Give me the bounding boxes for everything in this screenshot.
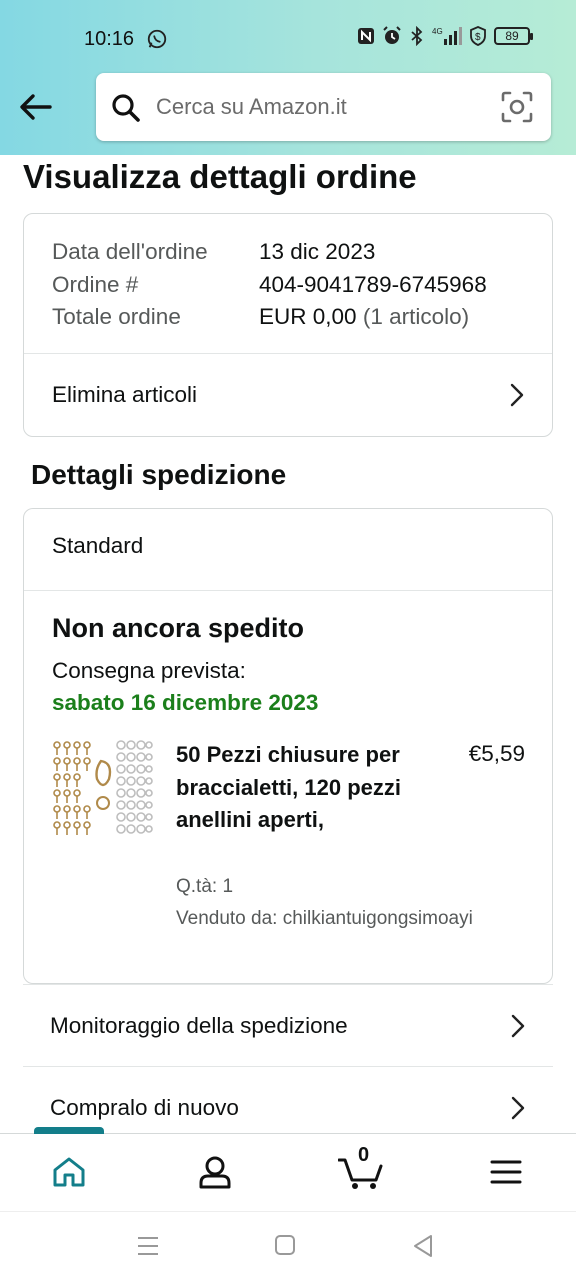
back-arrow-icon[interactable]: [18, 90, 54, 124]
track-shipment-link[interactable]: Monitoraggio della spedizione: [23, 984, 553, 1066]
app-header: 10:16 4G $ 89 Cerca su Amazon.it: [0, 0, 576, 155]
chevron-right-icon: [510, 383, 524, 407]
nfc-icon: [358, 28, 374, 44]
svg-text:$: $: [475, 32, 481, 43]
recents-icon[interactable]: [136, 1234, 160, 1258]
delete-items-label: Elimina articoli: [52, 382, 198, 407]
svg-text:4G: 4G: [432, 27, 443, 36]
status-time: 10:16: [84, 28, 135, 50]
bottom-nav: 0: [0, 1127, 576, 1211]
order-total-label: Totale ordine: [52, 304, 181, 329]
delivery-estimate-label: Consegna prevista:: [52, 658, 246, 683]
menu-icon: [490, 1160, 522, 1184]
bluetooth-icon: [411, 26, 423, 46]
search-bar[interactable]: [96, 73, 551, 141]
status-icons: 4G $ 89: [357, 26, 533, 46]
delivery-estimate-date: sabato 16 dicembre 2023: [52, 690, 319, 715]
order-number-value: 404-9041789-6745968: [259, 271, 487, 297]
order-date-label: Data dell'ordine: [52, 239, 208, 264]
shipping-method: Standard: [52, 533, 144, 558]
track-shipment-label: Monitoraggio della spedizione: [50, 1012, 348, 1038]
nav-home[interactable]: [49, 1152, 89, 1192]
order-total-value: EUR 0,00 (1 articolo): [259, 301, 469, 334]
shipment-status: Non ancora spedito: [52, 613, 305, 643]
order-total-amount: EUR 0,00: [259, 304, 357, 329]
product-image[interactable]: [51, 739, 153, 843]
order-date-value: 13 dic 2023: [259, 239, 376, 264]
order-summary: Data dell'ordine 13 dic 2023 Ordine # 40…: [52, 236, 487, 334]
page-title: Visualizza dettagli ordine: [23, 158, 417, 195]
account-icon: [199, 1156, 231, 1189]
product-quantity: Q.tà: 1: [176, 876, 234, 897]
order-total-row: Totale ordine EUR 0,00 (1 articolo): [52, 301, 487, 334]
search-input[interactable]: [156, 73, 476, 141]
alarm-icon: [383, 26, 401, 44]
home-icon: [53, 1157, 85, 1187]
cart-count-badge: 0: [358, 1144, 370, 1166]
shipment-card: Standard Non ancora spedito Consegna pre…: [23, 508, 553, 984]
battery-indicator: 89: [494, 27, 533, 45]
camera-search-icon[interactable]: [501, 91, 533, 123]
back-button-icon[interactable]: [412, 1234, 434, 1258]
chevron-right-icon: [511, 1096, 525, 1119]
order-summary-card: Data dell'ordine 13 dic 2023 Ordine # 40…: [23, 213, 553, 437]
shipping-section-title: Dettagli spedizione: [31, 459, 287, 490]
product-seller: Venduto da: chilkiantuigongsimoayi: [176, 908, 473, 929]
product-price: €5,59: [468, 741, 525, 766]
chevron-right-icon: [511, 1014, 525, 1037]
whatsapp-icon: [147, 29, 167, 49]
vpn-shield-icon: $: [470, 26, 486, 46]
system-nav-bar: [0, 1211, 576, 1280]
delete-items-link[interactable]: Elimina articoli: [24, 354, 552, 436]
order-number-label: Ordine #: [52, 271, 139, 297]
order-total-items: (1 articolo): [362, 304, 470, 329]
divider: [24, 590, 552, 591]
home-button-icon[interactable]: [274, 1234, 296, 1256]
nav-account[interactable]: [195, 1152, 235, 1192]
signal-icon: 4G: [432, 27, 462, 45]
product-title-link[interactable]: 50 Pezzi chiusure per braccialetti, 120 …: [176, 739, 416, 837]
status-bar: 10:16 4G $ 89: [0, 0, 576, 72]
buy-again-label: Compralo di nuovo: [50, 1094, 239, 1120]
search-icon: [112, 94, 140, 122]
order-date-row: Data dell'ordine 13 dic 2023: [52, 236, 487, 269]
active-tab-indicator: [34, 1127, 104, 1134]
order-number-row: Ordine # 404-9041789-6745968: [52, 269, 487, 302]
nav-menu[interactable]: [486, 1152, 526, 1192]
